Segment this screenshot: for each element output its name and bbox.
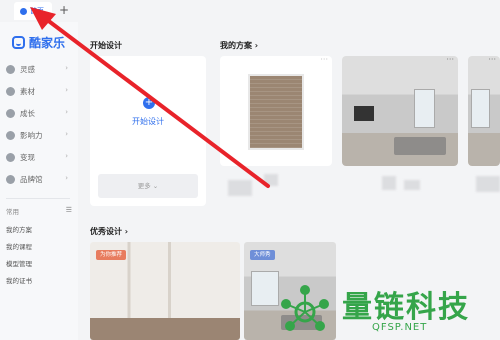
common-section-header: 常用 ☰ [6,206,72,216]
tab-bar: 首页 + [0,0,500,22]
sidebar-item-inspiration[interactable]: 灵感 › [0,58,78,80]
chevron-right-icon: › [65,64,68,72]
start-design-title: 开始设计 [90,41,122,50]
sidebar-item-label: 成长 [20,108,35,118]
sidebar-item-material[interactable]: 素材 › [0,80,78,102]
divider [6,198,70,199]
growth-icon [6,108,15,118]
plus-icon: + [143,97,155,109]
sidebar-item-influence[interactable]: 影响力 › [0,124,78,146]
sidebar-item-label: 素材 [20,86,35,96]
sidebar-item-growth[interactable]: 成长 › [0,102,78,124]
common-item-my-plans[interactable]: 我的方案 [6,222,32,239]
monetize-icon [6,152,15,162]
sidebar-item-label: 变现 [20,152,35,162]
sidebar-item-label: 灵感 [20,64,35,74]
new-tab-button[interactable]: + [59,3,69,17]
room-render-thumbnail [468,56,500,166]
plan-card[interactable]: ··· [468,56,500,166]
sidebar-item-monetize[interactable]: 变现 › [0,146,78,168]
excellent-design-card[interactable]: 为你推荐 [90,242,240,340]
chevron-right-icon: › [65,108,68,116]
recommend-tag: 为你推荐 [96,250,127,260]
watermark-text: 量链科技 [342,290,470,325]
more-options-icon[interactable]: ··· [320,56,328,64]
plan-card[interactable]: ··· [220,56,332,166]
chevron-right-icon: › [65,174,68,182]
my-plans-title[interactable]: 我的方案 › [220,40,258,51]
brand-icon [6,174,15,184]
sidebar-item-label: 影响力 [20,130,43,140]
material-icon [6,86,15,96]
more-options-icon[interactable]: ··· [488,56,496,64]
logo-icon [12,36,25,49]
floor-plan-thumbnail [248,74,304,150]
master-tag: 大师秀 [250,250,275,260]
start-design-card[interactable]: + 开始设计 更多 ⌄ [90,56,206,206]
watermark-logo [281,285,329,331]
sidebar-item-label: 品牌馆 [20,174,43,184]
watermark-url: QFSP.NET [372,322,428,333]
more-button[interactable]: 更多 ⌄ [98,174,198,198]
chevron-right-icon: › [65,130,68,138]
blurred-plan-name [228,180,252,196]
common-item-my-courses[interactable]: 我的课程 [6,239,32,256]
common-list: 我的方案 我的课程 模型管理 我的证书 [6,222,32,290]
chevron-right-icon: › [65,86,68,94]
blurred-plan-name [476,176,500,192]
logo-text: 酷家乐 [29,36,66,50]
common-item-model-management[interactable]: 模型管理 [6,256,32,273]
sidebar-item-brand[interactable]: 品牌馆 › [0,168,78,190]
excellent-design-title[interactable]: 优秀设计 › [90,226,128,237]
blurred-plan-name [264,174,278,186]
app-logo[interactable]: 酷家乐 [12,34,65,51]
room-render-thumbnail [342,56,458,166]
tab-label: 首页 [30,7,44,15]
influence-icon [6,130,15,140]
blurred-plan-name [382,176,396,190]
sidebar: 酷家乐 灵感 › 素材 › 成长 › 影响力 › 变现 › 品牌馆 › 常用 ☰… [0,22,78,340]
common-item-my-certificates[interactable]: 我的证书 [6,273,32,290]
list-menu-icon[interactable]: ☰ [66,206,72,216]
sidebar-nav: 灵感 › 素材 › 成长 › 影响力 › 变现 › 品牌馆 › [0,58,78,190]
common-title: 常用 [6,208,19,216]
tab-home[interactable]: 首页 [14,2,52,20]
inspiration-icon [6,64,15,74]
start-design-button[interactable]: 开始设计 [90,116,206,127]
blurred-plan-name [404,180,420,190]
home-tab-icon [20,7,27,15]
chevron-right-icon: › [65,152,68,160]
more-options-icon[interactable]: ··· [446,56,454,64]
plan-card[interactable]: ··· [342,56,458,166]
